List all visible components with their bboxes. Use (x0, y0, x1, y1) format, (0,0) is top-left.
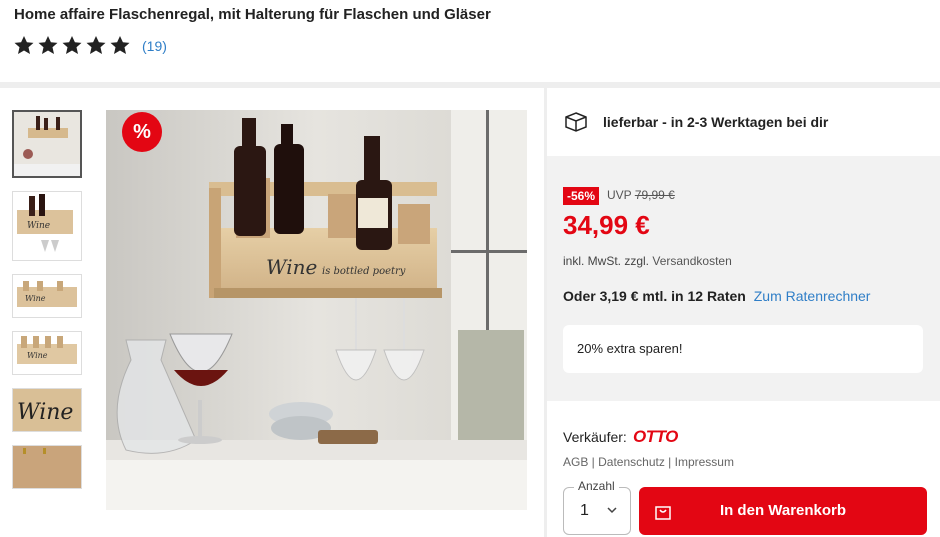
thumb-wine-text: Wine (27, 221, 50, 231)
thumb-wine-label: Wine (17, 400, 73, 425)
seller-logo: OTTO (633, 427, 678, 446)
buy-box: lieferbar - in 2-3 Werktagen bei dir -56… (547, 88, 940, 537)
current-price: 34,99 € (563, 210, 650, 240)
thumbnail-6[interactable] (12, 445, 82, 489)
extra-savings-box[interactable]: 20% extra sparen! (563, 325, 923, 373)
star-icon (86, 36, 106, 54)
product-title: Home affaire Flaschenregal, mit Halterun… (14, 6, 491, 23)
product-header: Home affaire Flaschenregal, mit Halterun… (0, 0, 940, 82)
thumbnail-4[interactable]: Wine (12, 331, 82, 375)
main-product-image[interactable]: Wine is bottled poetry (106, 110, 527, 510)
installment-info: Oder 3,19 € mtl. in 12 Raten Zum Ratenre… (563, 288, 870, 304)
seller-label: Verkäufer: (563, 429, 627, 445)
chevron-down-icon (607, 507, 617, 514)
extra-savings-text: 20% extra sparen! (577, 341, 683, 356)
thumbnail-list: Wine Wine Wine Wine (12, 110, 84, 502)
installment-text: Oder 3,19 € mtl. in 12 Raten (563, 288, 746, 304)
thumbnail-3[interactable]: Wine (12, 274, 82, 318)
shipping-cost-link[interactable]: Versandkosten (652, 254, 731, 268)
discount-badge: -56% (563, 187, 600, 205)
svg-text:Wine: Wine (27, 351, 48, 360)
delivery-info: lieferbar - in 2-3 Werktagen bei dir (547, 88, 940, 156)
seller-section: Verkäufer: OTTO AGB | Datenschutz | Impr… (547, 401, 940, 537)
installment-calculator-link[interactable]: Zum Ratenrechner (754, 288, 871, 304)
package-icon (565, 112, 587, 132)
svg-text:Wine: Wine (25, 294, 46, 303)
uvp-old-price: 79,99 € (634, 188, 675, 202)
quantity-value: 1 (580, 502, 589, 519)
vat-note: inkl. MwSt. zzgl. Versandkosten (563, 254, 732, 268)
thumbnail-1[interactable] (12, 110, 82, 178)
legal-links[interactable]: AGB | Datenschutz | Impressum (563, 455, 734, 469)
vat-text: inkl. MwSt. zzgl. (563, 254, 650, 268)
add-to-cart-button[interactable]: In den Warenkorb (639, 487, 927, 535)
svg-text:is bottled poetry: is bottled poetry (322, 266, 406, 277)
star-icon (62, 36, 82, 54)
sale-badge: % (122, 112, 162, 152)
rating[interactable]: (19) (14, 36, 167, 55)
uvp-label: UVP (607, 188, 632, 202)
star-icon (38, 36, 58, 54)
thumbnail-5[interactable]: Wine (12, 388, 82, 432)
thumbnail-2[interactable]: Wine (12, 191, 82, 261)
star-icon (110, 36, 130, 54)
review-count-link[interactable]: (19) (142, 38, 167, 54)
quantity-select[interactable]: Anzahl 1 (563, 479, 631, 535)
quantity-label: Anzahl (574, 479, 619, 493)
delivery-text: lieferbar - in 2-3 Werktagen bei dir (603, 114, 829, 130)
uvp-price: UVP 79,99 € (607, 188, 675, 202)
svg-text:Wine: Wine (266, 255, 317, 279)
add-to-cart-label: In den Warenkorb (719, 502, 847, 519)
star-icon (14, 36, 34, 54)
